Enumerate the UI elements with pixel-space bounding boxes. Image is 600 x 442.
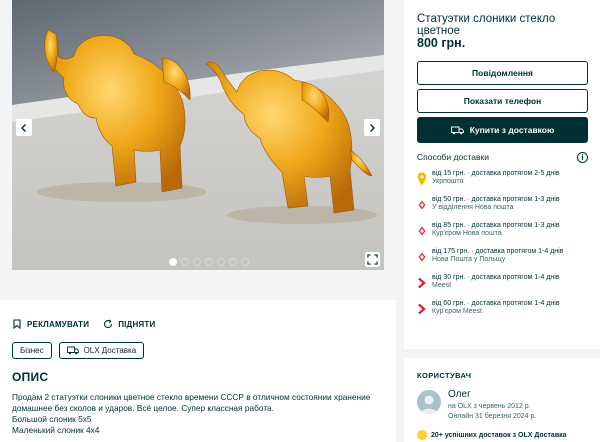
meest-icon [418,303,426,315]
delivery-option-carrier: Укрпошта [432,178,464,185]
listing-price: 800 грн. [417,36,466,50]
chevron-left-icon [21,123,26,132]
buy-with-delivery-label: Купити з доставкою [469,125,555,135]
next-photo-button[interactable] [364,119,380,136]
info-icon[interactable]: i [577,152,588,163]
delivery-option-carrier: У відділення Нова пошта [432,204,514,211]
slide-dot[interactable] [169,258,177,266]
delivery-option-price: від 60 грн. · доставка протягом 1-4 днів [432,300,560,307]
slide-dot[interactable] [181,258,189,266]
fullscreen-button[interactable] [365,252,380,267]
show-phone-button[interactable]: Показати телефон [417,89,588,113]
show-phone-button-label: Показати телефон [463,96,542,106]
delivery-option: від 60 грн. · доставка протягом 1-4 днів… [417,300,560,320]
delivery-option-carrier: Кур'єром Meest [432,308,482,315]
olx-delivery-tag-label: OLX Доставка [83,346,137,355]
delivery-option-price: від 15 грн. · доставка протягом 2-5 днів [432,170,560,177]
seller-delivery-badge: 20+ успішних доставок з OLX Доставка [417,430,567,440]
slide-dot[interactable] [229,258,237,266]
ukrposhta-icon [417,172,427,186]
promote-button[interactable]: РЕКЛАМУВАТИ [12,319,89,329]
slide-dot[interactable] [205,258,213,266]
refresh-icon [104,319,113,329]
description-line: Большой слоник 5х5 [12,414,92,424]
delivery-option-price: від 30 грн. · доставка протягом 1-4 днів [432,274,560,281]
truck-icon [66,346,79,355]
message-button[interactable]: Повідомлення [417,61,588,85]
delivery-option-carrier: Нова Пошта у Польщу [432,256,506,263]
delivery-option-carrier: Meest [432,282,452,289]
delivery-option: від 85 грн. · доставка протягом 1-3 днів… [417,222,560,242]
image-gallery[interactable] [12,0,384,270]
delivery-methods-heading: Способи доставки [417,152,489,162]
delivery-option: від 15 грн. · доставка протягом 2-5 днів… [417,170,560,190]
delivery-option-carrier: Кур'єром Нова пошта [432,230,502,237]
product-photo [12,0,384,270]
delivery-option: від 175 грн. · доставка протягом 1-4 дні… [417,248,563,268]
badge-icon [417,430,427,440]
bookmark-icon [13,319,21,329]
description-line: Продам 2 статуэтки слоники цветное стекл… [12,392,371,402]
truck-icon [450,126,464,134]
message-button-label: Повідомлення [472,68,533,78]
slide-dot[interactable] [241,258,249,266]
user-silhouette-icon [420,395,438,414]
description-text: Продам 2 статуэтки слоники цветное стекл… [12,392,387,436]
description-line: Маленький слоник 4х4 [12,425,100,435]
raise-label: ПІДНЯТИ [118,319,156,329]
buy-with-delivery-button[interactable]: Купити з доставкою [417,117,588,143]
olx-delivery-tag[interactable]: OLX Доставка [58,342,145,359]
description-line: домашнее без сколов и ударов. Всё целое.… [12,403,274,413]
delivery-option-price: від 50 грн. · доставка протягом 1-3 днів [432,196,560,203]
seller-delivery-badge-label: 20+ успішних доставок з OLX Доставка [431,431,567,439]
slide-dot[interactable] [217,258,225,266]
nova-poshta-icon [418,226,426,236]
description-heading: ОПИС [12,370,49,384]
expand-icon [367,254,378,265]
business-tag-label: Бізнес [20,346,44,355]
promote-label: РЕКЛАМУВАТИ [27,319,90,329]
nova-poshta-icon [418,252,426,262]
prev-photo-button[interactable] [16,119,32,136]
raise-button[interactable]: ПІДНЯТИ [103,319,155,329]
seller-name[interactable]: Олег [448,389,471,400]
delivery-option: від 50 грн. · доставка протягом 1-3 днів… [417,196,560,216]
delivery-option-price: від 85 грн. · доставка протягом 1-3 днів [432,222,560,229]
business-tag[interactable]: Бізнес [12,342,52,359]
seller-last-online: Онлайн 31 березня 2024 р. [448,413,537,420]
delivery-option-price: від 175 грн. · доставка протягом 1-4 дні… [432,248,564,255]
listing-tags: Бізнес OLX Доставка [12,342,145,359]
meest-icon [418,277,426,289]
nova-poshta-icon [418,200,426,210]
chevron-right-icon [370,123,375,132]
listing-title: Статуэтки слоники стекло цветное [417,13,556,37]
listing-actions: РЕКЛАМУВАТИ ПІДНЯТИ [12,319,155,329]
seller-since: на OLX з червень 2012 р. [448,403,531,410]
slide-dot[interactable] [193,258,201,266]
seller-heading: КОРИСТУВАЧ [417,371,472,380]
avatar[interactable] [417,390,441,414]
slide-dots [169,258,249,266]
delivery-option: від 30 грн. · доставка протягом 1-4 днів… [417,274,560,294]
